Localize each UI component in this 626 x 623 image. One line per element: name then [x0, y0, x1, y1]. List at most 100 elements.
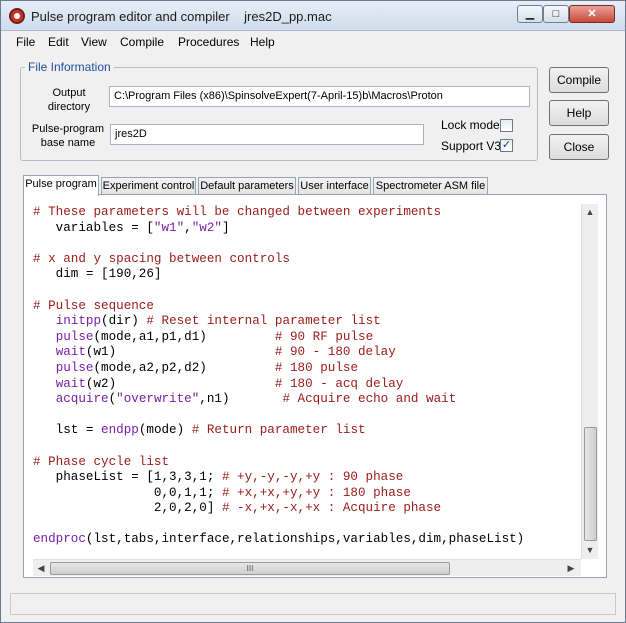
support-v3-checkbox[interactable]: ✓ [500, 139, 513, 152]
code-line: lst = endpp(mode) # Return parameter lis… [33, 423, 580, 439]
code-function: initpp [55, 314, 102, 329]
support-v3-label: Support V3: [441, 139, 505, 153]
lock-mode-checkbox[interactable] [500, 119, 513, 132]
code-comment: # Acquire echo and wait [282, 392, 457, 407]
scroll-left-icon[interactable]: ◀ [33, 560, 49, 576]
code-line: # Phase cycle list [33, 455, 580, 471]
close-window-button[interactable]: ✕ [569, 5, 615, 23]
minimize-icon: ▁ [525, 8, 535, 20]
code-comment: # +x,+x,+y,+y : 180 phase [221, 485, 411, 500]
status-bar [10, 593, 616, 615]
code-line: dim = [190,26] [33, 267, 580, 283]
code-comment: # Reset internal parameter list [146, 314, 381, 329]
basename-label-line1: Pulse-program [31, 123, 105, 135]
tab-pulse-program[interactable]: Pulse program [23, 175, 99, 196]
code-line: phaseList = [1,3,3,1; # +y,-y,-y,+y : 90… [33, 470, 580, 486]
menu-view[interactable]: View [81, 35, 107, 49]
menu-compile[interactable]: Compile [120, 35, 164, 49]
vertical-scrollbar[interactable]: ▲ ▼ [581, 204, 598, 559]
basename-label-line2: base name [40, 137, 96, 149]
code-comment: # These parameters will be changed betwe… [33, 205, 442, 219]
basename-field[interactable]: jres2D [110, 124, 424, 145]
code-line: # Pulse sequence [33, 299, 580, 315]
scroll-down-icon[interactable]: ▼ [582, 542, 598, 558]
menu-bar: File Edit View Compile Procedures Help [2, 32, 624, 52]
code-line: 2,0,2,0] # -x,+x,-x,+x : Acquire phase [33, 501, 580, 517]
code-text: 2,0,2,0] [33, 501, 222, 516]
code-comment: # 180 pulse [274, 360, 359, 375]
code-function: acquire [55, 392, 109, 407]
code-comment: # 90 - 180 delay [274, 345, 396, 360]
menu-edit[interactable]: Edit [48, 35, 69, 49]
code-string: "w2" [191, 220, 222, 235]
code-text: (w2) [85, 376, 275, 391]
code-comment: # x and y spacing between controls [33, 251, 290, 266]
code-text: lst = [33, 423, 102, 438]
code-line: variables = ["w1","w2"] [33, 221, 580, 237]
tab-default-parameters[interactable]: Default parameters [198, 177, 296, 195]
code-text: (lst,tabs,interface,relationships,variab… [85, 532, 525, 547]
output-label-line1: Output [52, 87, 86, 99]
output-directory-field[interactable]: C:\Program Files (x86)\SpinsolveExpert(7… [109, 86, 530, 107]
menu-file[interactable]: File [16, 35, 35, 49]
code-text: ] [221, 220, 230, 235]
title-bar[interactable]: Pulse program editor and compiler jres2D… [1, 1, 625, 31]
code-line: # x and y spacing between controls [33, 252, 580, 268]
vertical-scroll-thumb[interactable] [584, 427, 597, 541]
check-icon: ✓ [501, 139, 512, 151]
code-comment: # Return parameter list [191, 423, 366, 438]
code-function: wait [55, 376, 86, 391]
code-line: wait(w1) # 90 - 180 delay [33, 345, 580, 361]
scroll-right-icon[interactable]: ▶ [563, 560, 579, 576]
close-icon: ✕ [587, 8, 597, 20]
code-function: endpp [101, 423, 139, 438]
code-text: dim = [190,26] [33, 267, 162, 282]
tab-experiment-control[interactable]: Experiment control [101, 177, 196, 195]
code-text: (mode,a2,p2,d2) [93, 360, 275, 375]
menu-procedures[interactable]: Procedures [178, 35, 239, 49]
code-string: "w1" [153, 220, 185, 235]
close-button[interactable]: Close [549, 134, 609, 160]
code-text: ,n1) [199, 392, 283, 407]
code-function: wait [55, 345, 86, 360]
horizontal-scroll-thumb[interactable]: III [50, 562, 450, 575]
code-text: phaseList = [1,3,3,1; [33, 470, 222, 485]
code-comment: # +y,-y,-y,+y : 90 phase [221, 470, 404, 485]
tab-user-interface[interactable]: User interface [298, 177, 371, 195]
code-text: (w1) [85, 345, 275, 360]
code-text: , [184, 220, 192, 235]
code-comment: # Phase cycle list [33, 454, 170, 469]
lock-mode-label: Lock mode: [441, 118, 504, 132]
thumb-grip-icon: III [246, 564, 254, 573]
code-function: pulse [55, 329, 94, 344]
code-string: "overwrite" [116, 392, 200, 407]
code-line: pulse(mode,a1,p1,d1) # 90 RF pulse [33, 330, 580, 346]
maximize-button[interactable]: □ [543, 5, 569, 23]
editor-window: Pulse program editor and compiler jres2D… [0, 0, 626, 623]
code-line: acquire("overwrite",n1) # Acquire echo a… [33, 392, 580, 408]
tab-spectrometer-asm-file[interactable]: Spectrometer ASM file [373, 177, 488, 195]
code-line: 0,0,1,1; # +x,+x,+y,+y : 180 phase [33, 486, 580, 502]
code-line: wait(w2) # 180 - acq delay [33, 377, 580, 393]
code-text: (dir) [101, 314, 147, 329]
code-comment: # Pulse sequence [33, 298, 154, 313]
compile-button[interactable]: Compile [549, 67, 609, 93]
horizontal-scrollbar[interactable]: ◀ III ▶ [33, 559, 581, 576]
code-text: (mode,a1,p1,d1) [93, 329, 275, 344]
code-editor[interactable]: # These parameters will be changed betwe… [33, 205, 580, 559]
code-comment: # 180 - acq delay [274, 376, 404, 391]
code-line: endproc(lst,tabs,interface,relationships… [33, 532, 580, 548]
scroll-up-icon[interactable]: ▲ [582, 204, 598, 220]
help-button[interactable]: Help [549, 100, 609, 126]
minimize-button[interactable]: ▁ [517, 5, 543, 23]
menu-help[interactable]: Help [250, 35, 275, 49]
code-comment: # -x,+x,-x,+x : Acquire phase [221, 501, 442, 516]
